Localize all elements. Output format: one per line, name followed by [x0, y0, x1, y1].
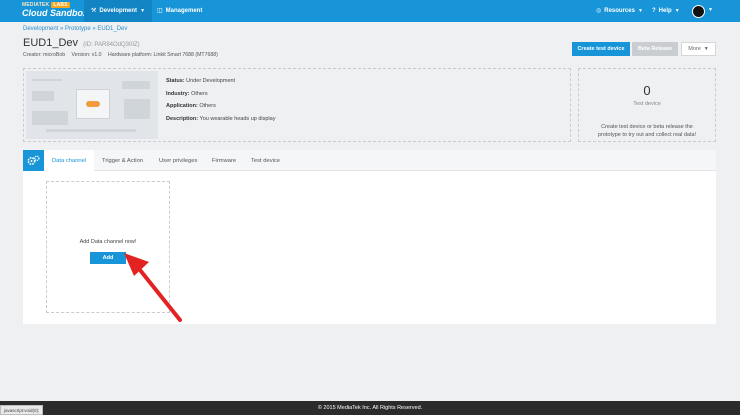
description-value: You wearable heads up display: [199, 116, 276, 122]
gears-icon: [23, 150, 44, 171]
prototype-meta: Creator: microBob Version: v1.0 Hardware…: [23, 52, 223, 58]
nav-help[interactable]: ? Help ▼: [652, 0, 680, 22]
application-value: Others: [199, 103, 216, 109]
chevron-down-icon[interactable]: ▼: [708, 7, 713, 13]
version-text: Version: v1.0: [71, 52, 102, 58]
test-device-panel: 0 Test device Create test device or beta…: [578, 68, 716, 142]
status-url: javascript:void(0);: [0, 405, 44, 415]
book-icon: ◫: [157, 8, 163, 14]
test-device-description: Create test device or beta release the p…: [597, 124, 697, 138]
tab-user-privileges[interactable]: User privileges: [159, 150, 197, 171]
nav-development-label: Development: [99, 8, 138, 14]
beta-release-button[interactable]: Beta Release: [632, 42, 678, 56]
cloud-sandbox-logo[interactable]: MEDIATEK LABS Cloud Sandbox: [22, 2, 88, 20]
add-button[interactable]: Add: [90, 252, 126, 264]
chevron-down-icon: ▼: [637, 8, 643, 14]
hardware-board-image: [26, 71, 158, 139]
status-value: Under Development: [186, 78, 236, 84]
user-avatar[interactable]: [692, 5, 705, 18]
page-title: EUD1_Dev (ID: PAR84OdQ30IZ): [23, 37, 140, 49]
creator-text: Creator: microBob: [23, 52, 66, 58]
tab-data-channel[interactable]: Data channel: [44, 150, 95, 171]
status-line: Status: Under Development: [166, 78, 236, 84]
footer: © 2015 MediaTek Inc. All Rights Reserved…: [0, 401, 740, 415]
nav-development[interactable]: ⚒ Development ▼: [84, 0, 152, 22]
chevron-down-icon: ▼: [674, 8, 680, 14]
wrench-icon: ⚒: [90, 8, 97, 14]
test-device-count: 0: [643, 83, 651, 98]
lifebuoy-icon: ◎: [596, 8, 602, 14]
nav-resources-label: Resources: [604, 8, 635, 14]
question-icon: ?: [652, 8, 656, 14]
platform-text: Hardware platform: Linkit Smart 7688 (MT…: [108, 52, 218, 58]
nav-management-label: Management: [165, 8, 203, 14]
industry-line: Industry: Others: [166, 91, 208, 97]
tab-firmware[interactable]: Firmware: [212, 150, 236, 171]
nav-management[interactable]: ◫ Management: [157, 0, 202, 22]
chevron-down-icon: ▼: [703, 46, 709, 52]
prototype-id: (ID: PAR84OdQ30IZ): [83, 42, 140, 48]
tab-test-device[interactable]: Test device: [251, 150, 280, 171]
breadcrumb[interactable]: Development » Prototype » EUD1_Dev: [23, 26, 127, 32]
nav-help-label: Help: [658, 8, 672, 14]
logo-main: Cloud Sandbox: [22, 8, 88, 18]
test-device-label: Test device: [633, 101, 661, 107]
prototype-info-panel: Status: Under Development Industry: Othe…: [23, 68, 571, 142]
more-button[interactable]: More ▼: [681, 42, 716, 56]
prototype-name: EUD1_Dev: [23, 37, 79, 49]
application-line: Application: Others: [166, 103, 216, 109]
top-navbar: MEDIATEK LABS Cloud Sandbox ⚒ Development…: [0, 0, 740, 22]
more-label: More: [688, 46, 701, 52]
create-test-device-button[interactable]: Create test device: [572, 42, 630, 56]
chevron-down-icon: ▼: [140, 8, 146, 14]
nav-resources[interactable]: ◎ Resources ▼: [596, 0, 643, 22]
prototype-tabs: Data channel Trigger & Action User privi…: [23, 150, 716, 171]
description-line: Description: You wearable heads up displ…: [166, 116, 276, 122]
add-data-channel-prompt: Add Data channel now!: [79, 239, 137, 245]
add-data-channel-box: Add Data channel now! Add: [46, 181, 170, 313]
data-channel-content: Add Data channel now! Add: [23, 171, 716, 324]
cloud-logo-icon: [76, 89, 110, 119]
industry-value: Others: [191, 91, 208, 97]
tab-trigger-action[interactable]: Trigger & Action: [102, 150, 143, 171]
